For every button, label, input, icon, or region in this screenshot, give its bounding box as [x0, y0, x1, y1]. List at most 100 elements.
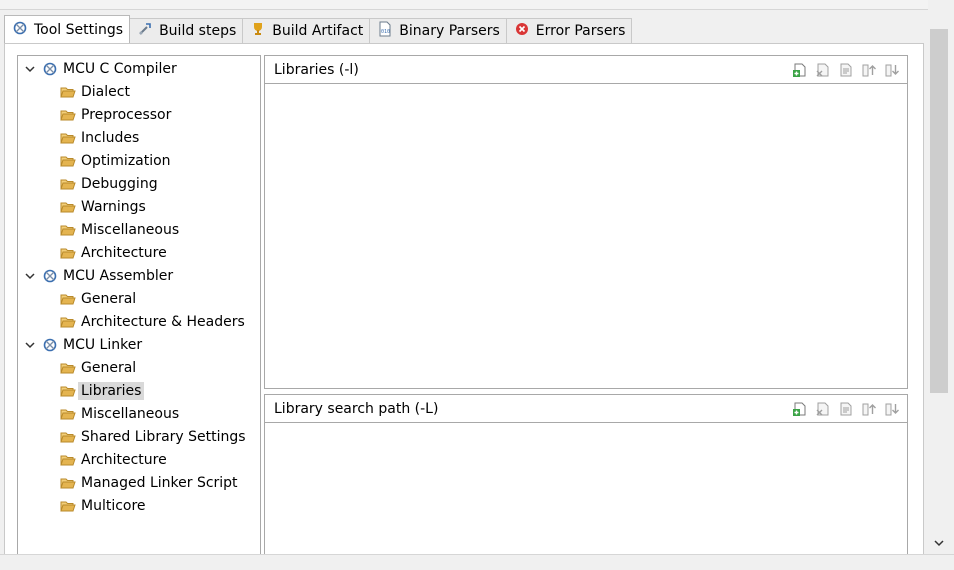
tree-item-architecture[interactable]: Architecture — [60, 242, 167, 264]
option-category-icon — [60, 176, 76, 192]
tree-item-label: Includes — [81, 130, 140, 146]
chevron-down-icon[interactable] — [24, 63, 42, 75]
tree-item-label: Multicore — [81, 498, 146, 514]
tree-item-label: Optimization — [81, 153, 171, 169]
move-up-icon[interactable] — [860, 400, 878, 418]
tree-item-optimization[interactable]: Optimization — [60, 150, 171, 172]
tree-item-label: Debugging — [81, 176, 158, 192]
build-steps-icon — [137, 21, 153, 41]
tree-item-label: Shared Library Settings — [81, 429, 246, 445]
chevron-down-icon[interactable] — [24, 339, 42, 351]
option-category-icon — [60, 406, 76, 422]
tree-item-debugging[interactable]: Debugging — [60, 173, 158, 195]
tree-item-label: Dialect — [81, 84, 130, 100]
tree-item-label: Preprocessor — [81, 107, 172, 123]
error-parsers-icon — [514, 21, 530, 41]
bottom-strip — [0, 554, 954, 570]
tool-icon — [42, 61, 58, 77]
tree-item-general[interactable]: General — [60, 357, 136, 379]
tab-label: Build steps — [159, 23, 237, 39]
libraries-panel: Libraries (-l) — [264, 55, 908, 389]
tree-group-label: MCU Linker — [63, 337, 143, 353]
tree-item-libraries[interactable]: Libraries — [60, 380, 145, 402]
tree-group-mcu-assembler[interactable]: MCU Assembler — [24, 265, 173, 287]
svg-text:010: 010 — [381, 29, 390, 35]
libraries-panel-title: Libraries (-l) — [274, 61, 359, 78]
tree-group-label: MCU C Compiler — [63, 61, 177, 77]
tree-item-includes[interactable]: Includes — [60, 127, 139, 149]
tree-item-general[interactable]: General — [60, 288, 136, 310]
tree-item-miscellaneous[interactable]: Miscellaneous — [60, 219, 179, 241]
binary-parsers-icon: 010 — [377, 21, 393, 41]
option-category-icon — [60, 452, 76, 468]
option-category-icon — [60, 498, 76, 514]
option-category-icon — [60, 429, 76, 445]
option-category-icon — [60, 360, 76, 376]
tree-item-managed-linker-script[interactable]: Managed Linker Script — [60, 472, 238, 494]
tree-item-label: Architecture & Headers — [81, 314, 245, 330]
option-category-icon — [60, 383, 76, 399]
option-category-icon — [60, 291, 76, 307]
tree-group-mcu-linker[interactable]: MCU Linker — [24, 334, 142, 356]
tree-item-label: Miscellaneous — [81, 406, 180, 422]
tree-item-warnings[interactable]: Warnings — [60, 196, 146, 218]
search-path-toolbar — [791, 400, 901, 418]
search-path-panel-header: Library search path (-L) — [265, 395, 907, 423]
tab-bar: Tool Settings Build steps Build Artifact… — [4, 15, 633, 43]
library-search-path-panel: Library search path (-L) — [264, 394, 908, 560]
chevron-down-icon[interactable] — [24, 270, 42, 282]
scroll-down-icon[interactable] — [932, 536, 946, 550]
tree-item-architecture[interactable]: Architecture — [60, 449, 167, 471]
move-down-icon[interactable] — [883, 61, 901, 79]
edit-icon[interactable] — [837, 61, 855, 79]
tree-item-preprocessor[interactable]: Preprocessor — [60, 104, 171, 126]
option-category-icon — [60, 130, 76, 146]
move-up-icon[interactable] — [860, 61, 878, 79]
tree-item-label: General — [81, 291, 137, 307]
tree-item-multicore[interactable]: Multicore — [60, 495, 146, 517]
libraries-list[interactable] — [265, 85, 907, 388]
tree-item-label: Architecture — [81, 452, 167, 468]
tree-item-architecture-and-headers[interactable]: Architecture & Headers — [60, 311, 245, 333]
vertical-scrollbar[interactable] — [928, 0, 954, 554]
tab-error-parsers[interactable]: Error Parsers — [505, 18, 633, 43]
tab-label: Error Parsers — [535, 23, 626, 39]
tool-icon — [42, 337, 58, 353]
option-category-icon — [60, 107, 76, 123]
option-category-icon — [60, 475, 76, 491]
tree-item-label: Warnings — [81, 199, 146, 215]
option-category-icon — [60, 199, 76, 215]
option-category-icon — [60, 84, 76, 100]
add-icon[interactable] — [791, 61, 809, 79]
tab-binary-parsers[interactable]: 010 Binary Parsers — [369, 18, 507, 43]
delete-icon[interactable] — [814, 61, 832, 79]
tree-item-label: General — [81, 360, 137, 376]
tab-label: Build Artifact — [272, 23, 364, 39]
add-icon[interactable] — [791, 400, 809, 418]
tab-label: Binary Parsers — [399, 23, 500, 39]
tool-tree[interactable]: MCU C Compiler Dialect Preprocessor Include… — [17, 55, 261, 560]
tool-settings-icon — [12, 20, 28, 40]
tree-item-shared-library-settings[interactable]: Shared Library Settings — [60, 426, 246, 448]
libraries-toolbar — [791, 61, 901, 79]
move-down-icon[interactable] — [883, 400, 901, 418]
tree-group-mcu-c-compiler[interactable]: MCU C Compiler — [24, 58, 177, 80]
scrollbar-thumb[interactable] — [930, 29, 948, 393]
tab-label: Tool Settings — [34, 21, 124, 38]
tree-item-label: Architecture — [81, 245, 167, 261]
libraries-panel-header: Libraries (-l) — [265, 56, 907, 84]
option-category-icon — [60, 314, 76, 330]
tree-item-label: Libraries — [78, 382, 145, 400]
delete-icon[interactable] — [814, 400, 832, 418]
edit-icon[interactable] — [837, 400, 855, 418]
option-category-icon — [60, 245, 76, 261]
tab-build-artifact[interactable]: Build Artifact — [242, 18, 371, 43]
tree-item-miscellaneous[interactable]: Miscellaneous — [60, 403, 179, 425]
option-category-icon — [60, 222, 76, 238]
search-path-list[interactable] — [265, 424, 907, 559]
tree-group-label: MCU Assembler — [63, 268, 174, 284]
tab-tool-settings[interactable]: Tool Settings — [4, 15, 131, 43]
tab-build-steps[interactable]: Build steps — [129, 18, 244, 43]
option-category-icon — [60, 153, 76, 169]
tree-item-dialect[interactable]: Dialect — [60, 81, 130, 103]
